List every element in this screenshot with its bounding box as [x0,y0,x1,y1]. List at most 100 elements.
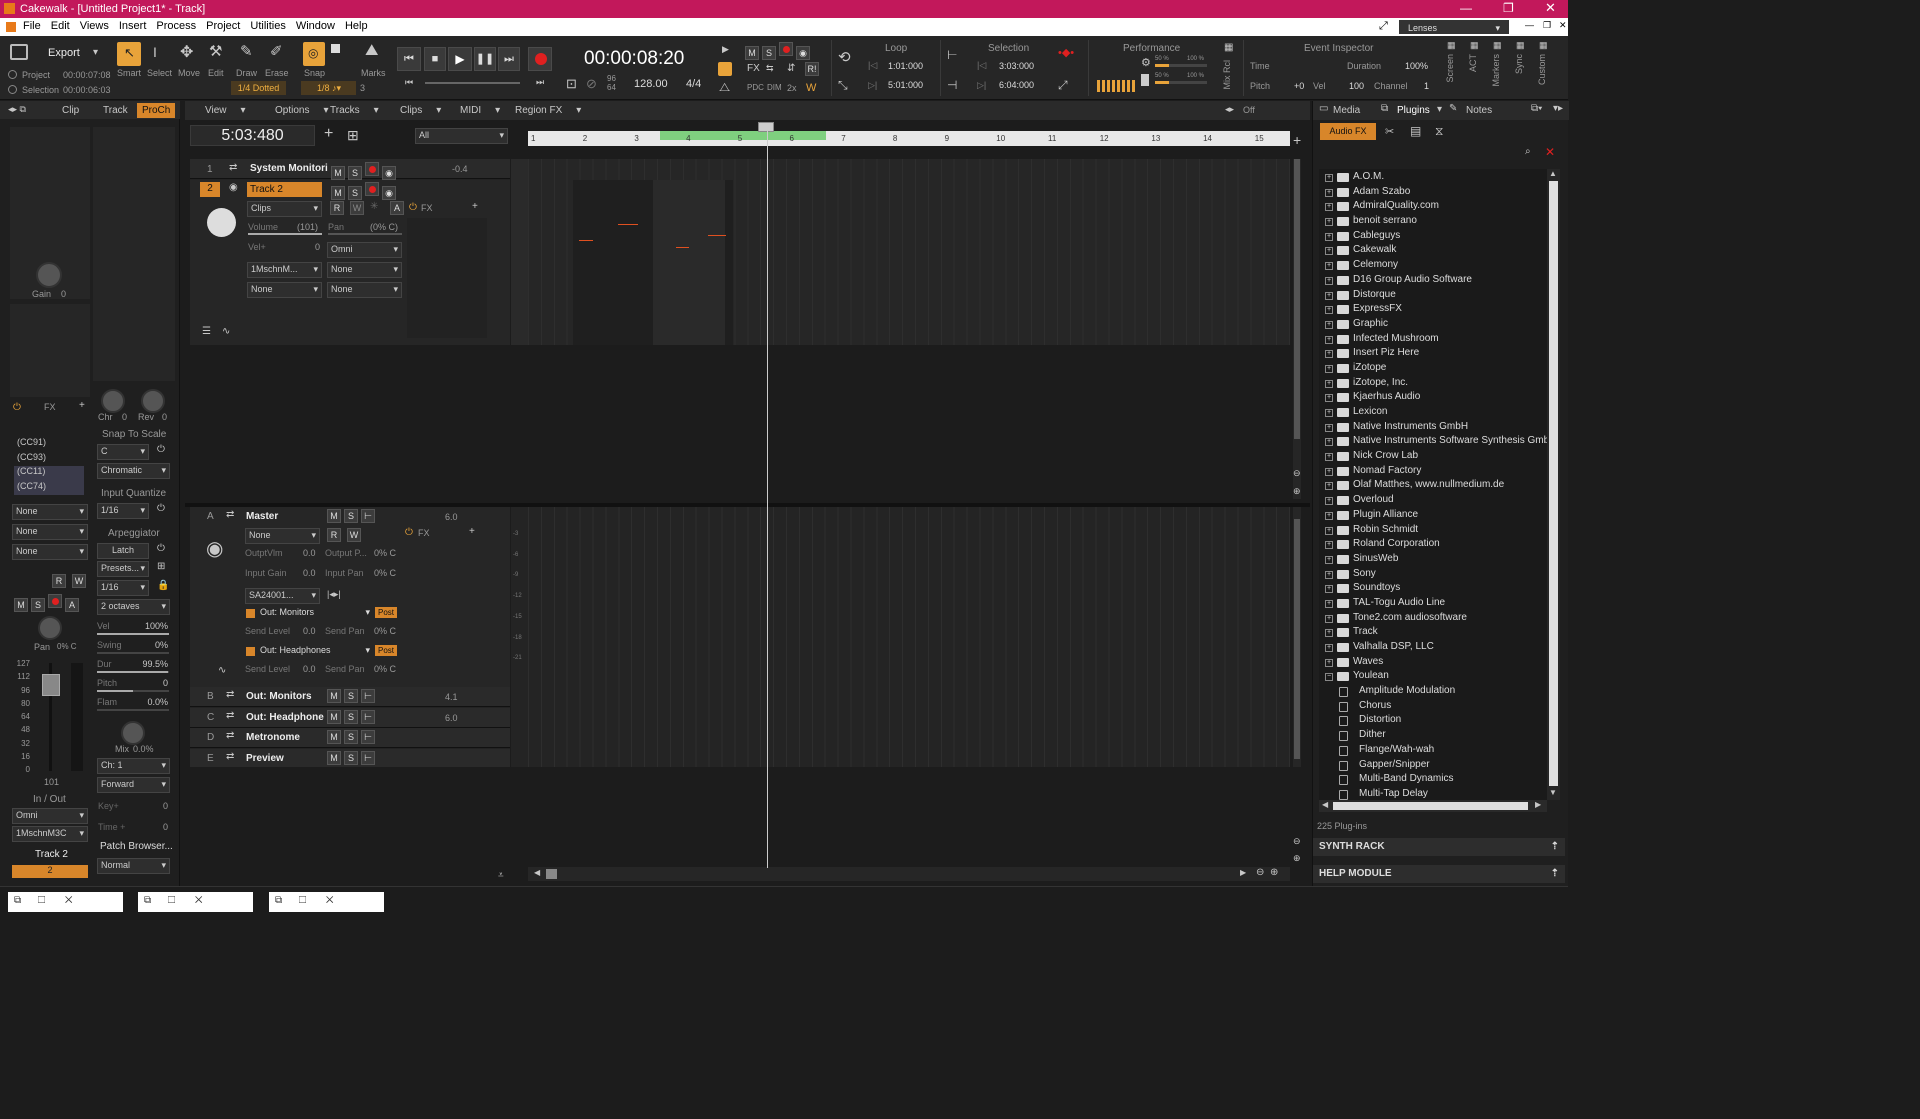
cc-slot[interactable]: (CC74) [14,480,84,495]
track-2-arm[interactable] [365,182,379,196]
now-time-display[interactable]: 00:00:08:20 [584,48,684,70]
insp-arm[interactable] [48,594,62,608]
send-post-toggle[interactable]: Post [375,645,398,656]
synth-rack-expand-icon[interactable]: ⇡ [1551,841,1559,852]
insp-slot-select[interactable]: None ▾ [12,544,88,560]
hscroll-thumb[interactable] [546,869,557,879]
bus-mute[interactable]: M [327,709,341,724]
cc-slot[interactable]: (CC93) [14,452,84,467]
auto-punch-toggle[interactable] [718,62,732,76]
scale-type-select[interactable]: Chromatic ▾ [97,463,170,479]
punch-icon[interactable]: ⇵ [787,63,795,74]
arp-param-vel[interactable]: Vel 100% [97,619,170,638]
send-level-value[interactable]: 0.0 [303,664,316,674]
menu-help[interactable]: Help [340,18,373,34]
pause-button[interactable]: ❚❚ [474,47,496,71]
global-mute[interactable]: M [745,46,759,60]
search-icon[interactable]: ⌕ [1525,146,1531,157]
plugin-item[interactable]: Multi-Band Dynamics [1325,773,1547,788]
latch-button[interactable]: Latch [97,543,149,559]
side-tab-custom[interactable]: Custom [1537,54,1547,85]
tv-menu-region-fx[interactable]: Region FX ▾ [515,105,581,116]
tv-menu-midi[interactable]: MIDI ▾ [460,105,500,116]
plugin-folder[interactable]: + Kjaerhus Audio [1325,391,1547,406]
arp-swing-value[interactable]: 0% [155,640,168,650]
plugin-item[interactable]: Dither [1325,729,1547,744]
tracks-lanes[interactable] [528,159,1290,345]
insp-mute[interactable]: M [14,598,28,612]
selection-start[interactable]: 3:03:000 [999,61,1034,71]
patch-browser-button[interactable]: Patch Browser... [100,841,173,852]
expand-icon[interactable]: + [1325,320,1333,329]
track-2-mute[interactable]: M [331,186,345,200]
insp-write[interactable]: W [72,574,86,588]
side-tab-act[interactable]: ACT [1468,54,1478,72]
plugin-folder[interactable]: + Roland Corporation [1325,538,1547,553]
bus-a-fx-power[interactable]: ⏻ [405,527,413,538]
plugin-folder[interactable]: + Robin Schmidt [1325,524,1547,539]
write-automation[interactable]: W [806,82,816,94]
bus-a-inpan-value[interactable]: 0% C [374,568,396,578]
bus-a-stereo-icon[interactable]: |◂▸| [327,589,341,600]
quantize-power-icon[interactable]: ⏻ [157,503,165,514]
track-2-volume-value[interactable]: (101) [297,222,318,232]
export-dropdown-icon[interactable]: ▾ [93,47,98,58]
tracks-empty[interactable] [190,345,510,503]
rewind-button[interactable]: ⏮ [397,47,421,71]
bus-collapse-icon[interactable]: ⩡ [498,870,504,881]
track-1-name[interactable]: System Monitori [250,163,328,174]
collapse-icon[interactable]: − [1325,673,1333,682]
export-icon[interactable] [10,44,28,60]
send-power-icon[interactable] [246,609,255,618]
side-tab-markers[interactable]: Markers [1491,54,1501,87]
fx-power-icon[interactable]: ⏻ [13,402,21,413]
ei-channel-value[interactable]: 1 [1424,81,1429,91]
side-tab-icon-1[interactable]: ▦ [1447,40,1456,51]
sel-end-icon[interactable]: ⊣ [947,78,957,92]
tv-menu-clips[interactable]: Clips ▾ [400,105,441,116]
side-tab-icon-4[interactable]: ▦ [1516,40,1525,51]
x2-button[interactable]: 2x [787,83,797,93]
tool-label-edit[interactable]: Edit [208,68,224,78]
tempo-display[interactable]: 128.00 [634,78,668,90]
expand-icon[interactable]: + [1325,497,1333,506]
send-destination-select[interactable]: Out: Monitors ▾ [260,607,370,622]
octaves-select[interactable]: 2 octaves ▾ [97,599,170,615]
play-from-icon[interactable]: ▶ [722,44,729,55]
minimized-window-3[interactable]: ⧉ ☐ ✕ [269,892,384,912]
expand-icon[interactable]: + [1325,526,1333,535]
move-tool-icon[interactable]: ✥ [180,42,193,62]
insert-track-icon[interactable]: ⊞ [347,127,359,144]
plugin-folder[interactable]: + Native Instruments Software Synthesis G… [1325,435,1547,450]
insp-solo[interactable]: S [31,598,45,612]
track-2-pan-slider[interactable] [328,233,402,235]
go-end-icon[interactable]: ⏭ [536,77,544,88]
send-power-icon[interactable] [246,647,255,656]
plugin-folder[interactable]: + Graphic [1325,318,1547,333]
tv-menu-view[interactable]: View ▾ [205,105,246,116]
cc-slot[interactable]: (CC91) [14,437,84,452]
doc-close-icon[interactable]: ✕ [1554,18,1572,33]
sel-start-icon[interactable]: ⊢ [947,48,957,62]
direction-select[interactable]: Forward ▾ [97,777,170,793]
meter-display[interactable]: 4/4 [686,78,701,90]
tv-menu-options[interactable]: Options ▾ [275,105,329,116]
bus-a-mono[interactable]: ⊢ [361,509,375,523]
plugin-folder[interactable]: + Nomad Factory [1325,465,1547,480]
track-2-output-select[interactable]: 1MschnM... ▾ [247,262,322,278]
scale-key-select[interactable]: C ▾ [97,444,149,460]
audio-fx-button[interactable]: Audio FX [1320,123,1376,140]
arp-lock-icon[interactable]: 🔒 [157,580,169,591]
tab-plugins[interactable]: Plugins [1397,105,1430,116]
pan-knob[interactable] [38,616,62,640]
tool-label-select[interactable]: Select [147,68,172,78]
arp-param-flam[interactable]: Flam 0.0% [97,695,170,714]
bus-zoom-in-icon[interactable]: ⊕ [1293,853,1301,864]
track-2-automation[interactable]: A [390,201,404,215]
plugin-folder[interactable]: + SinusWeb [1325,553,1547,568]
track-1-header[interactable]: 1 ⇄ System Monitori M S ◉ -0.4 [190,159,510,180]
plugin-folder[interactable]: + Olaf Matthes, www.nullmedium.de [1325,479,1547,494]
mix-recall-icon[interactable]: ▦ [1224,42,1233,53]
expand-icon[interactable]: + [1325,570,1333,579]
select-tool-icon[interactable]: I [153,44,157,60]
